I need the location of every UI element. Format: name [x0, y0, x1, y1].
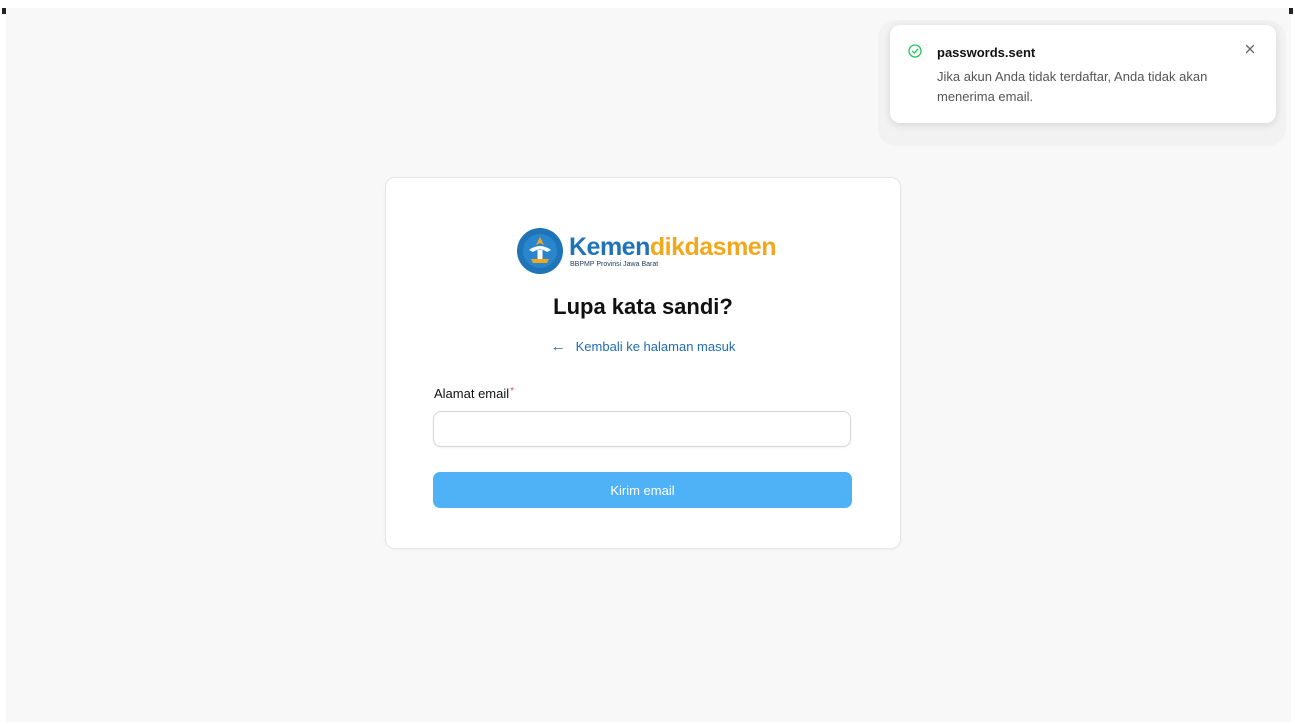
window-corner-left	[2, 8, 6, 14]
email-field-label: Alamat email*	[434, 386, 514, 401]
logo-word-dikdasmen: dikdasmen	[649, 232, 777, 261]
toast-message: Jika akun Anda tidak terdaftar, Anda tid…	[937, 69, 1208, 104]
arrow-left-icon: ←	[550, 338, 566, 355]
back-to-login-label: Kembali ke halaman masuk	[575, 339, 736, 354]
kemendikdasmen-logo: Kemendikdasmen BBPMP Provinsi Jawa Barat	[517, 226, 776, 276]
back-to-login-link[interactable]: ← Kembali ke halaman masuk	[386, 338, 900, 355]
logo-word-kemen: Kemen	[569, 232, 650, 261]
notification-toast: passwords.sent Jika akun Anda tidak terd…	[890, 25, 1276, 123]
required-marker: *	[510, 386, 515, 397]
close-icon[interactable]	[1242, 41, 1258, 57]
email-label-text: Alamat email	[434, 386, 510, 401]
email-field[interactable]	[433, 411, 851, 447]
forgot-password-card: Kemendikdasmen BBPMP Provinsi Jawa Barat…	[385, 177, 901, 549]
tut-wuri-handayani-emblem-icon	[517, 228, 563, 274]
toast-title: passwords.sent	[937, 45, 1036, 60]
window-corner-right	[1289, 8, 1293, 14]
check-circle-icon	[908, 44, 922, 58]
logo-wordmark: Kemendikdasmen	[569, 232, 777, 261]
send-email-button[interactable]: Kirim email	[433, 472, 852, 508]
logo-subtitle: BBPMP Provinsi Jawa Barat	[570, 260, 659, 268]
page-title: Lupa kata sandi?	[553, 294, 733, 319]
